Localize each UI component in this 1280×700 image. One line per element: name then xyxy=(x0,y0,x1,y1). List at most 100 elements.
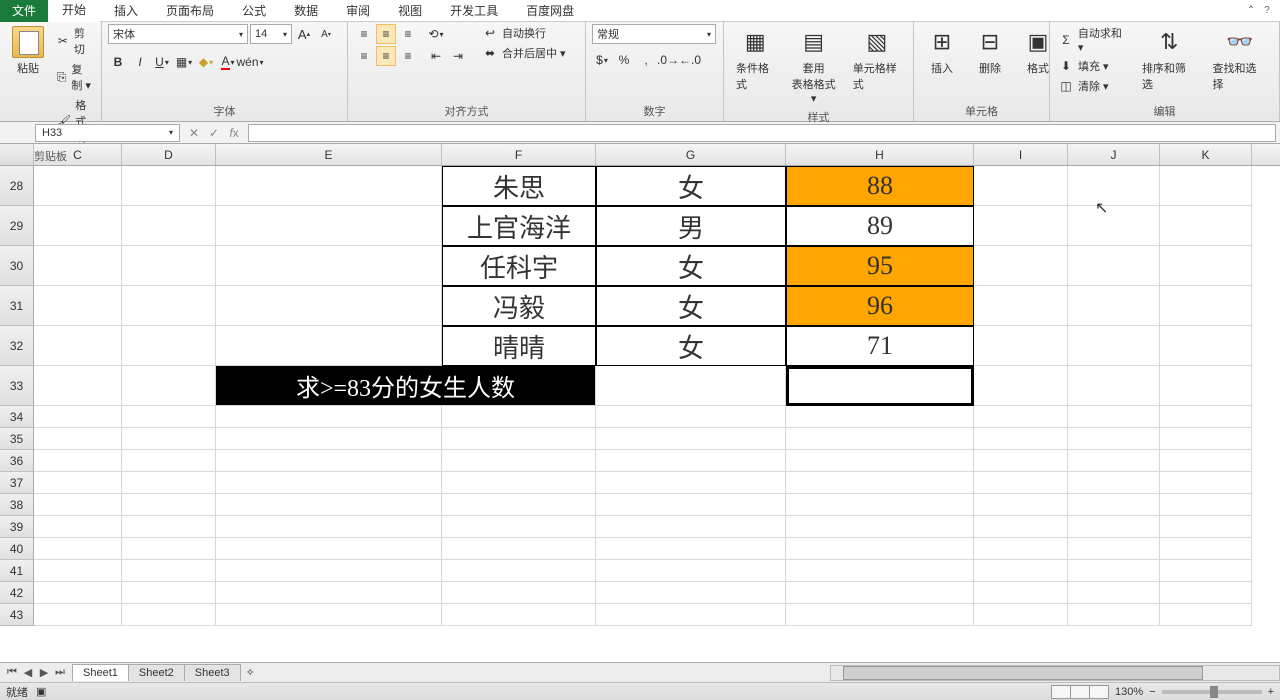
cell[interactable]: 晴晴 xyxy=(442,326,596,366)
comma-button[interactable]: , xyxy=(636,50,656,70)
font-size-combo[interactable]: 14▾ xyxy=(250,24,292,44)
cell[interactable] xyxy=(34,286,122,326)
file-tab[interactable]: 文件 xyxy=(0,0,48,22)
cell[interactable] xyxy=(1068,538,1160,560)
clear-button[interactable]: ◫清除 ▾ xyxy=(1056,77,1132,95)
sort-filter-button[interactable]: ⇅排序和筛选 xyxy=(1136,24,1203,94)
cell[interactable] xyxy=(34,538,122,560)
cell[interactable] xyxy=(596,366,786,406)
find-select-button[interactable]: 👓查找和选择 xyxy=(1206,24,1273,94)
border-button[interactable]: ▦▾ xyxy=(174,52,194,72)
cell[interactable] xyxy=(34,450,122,472)
cell[interactable] xyxy=(122,516,216,538)
fill-button[interactable]: ⬇填充 ▾ xyxy=(1056,57,1132,75)
tab-home[interactable]: 开始 xyxy=(48,0,100,22)
column-header[interactable]: C xyxy=(34,144,122,165)
row-header[interactable]: 40 xyxy=(0,538,34,560)
percent-button[interactable]: % xyxy=(614,50,634,70)
zoom-level[interactable]: 130% xyxy=(1115,686,1143,698)
row-header[interactable]: 29 xyxy=(0,206,34,246)
cell[interactable] xyxy=(786,494,974,516)
cell-styles-button[interactable]: ▧单元格样式 xyxy=(847,24,907,94)
cell[interactable] xyxy=(1068,582,1160,604)
cell[interactable] xyxy=(122,166,216,206)
minimize-ribbon-icon[interactable]: ⌃ xyxy=(1244,4,1258,18)
cell[interactable]: 任科宇 xyxy=(442,246,596,286)
cell[interactable] xyxy=(786,516,974,538)
cell[interactable] xyxy=(1068,406,1160,428)
cell[interactable] xyxy=(442,406,596,428)
cell[interactable] xyxy=(216,406,442,428)
cell[interactable]: 冯毅 xyxy=(442,286,596,326)
cell[interactable] xyxy=(442,450,596,472)
select-all-button[interactable] xyxy=(0,144,34,165)
zoom-in-button[interactable]: + xyxy=(1268,686,1274,698)
cell[interactable] xyxy=(122,604,216,626)
cell[interactable] xyxy=(122,366,216,406)
cell[interactable] xyxy=(1068,472,1160,494)
cell[interactable]: 女 xyxy=(596,166,786,206)
cell[interactable]: 男 xyxy=(596,206,786,246)
cell[interactable] xyxy=(1068,326,1160,366)
row-header[interactable]: 31 xyxy=(0,286,34,326)
cell[interactable] xyxy=(596,560,786,582)
cell[interactable] xyxy=(122,538,216,560)
cell[interactable] xyxy=(442,516,596,538)
cell[interactable]: 上官海洋 xyxy=(442,206,596,246)
cell[interactable] xyxy=(216,246,442,286)
paste-button[interactable]: 粘贴 xyxy=(6,24,50,78)
orientation-button[interactable]: ⟲▾ xyxy=(426,24,446,44)
cell[interactable] xyxy=(1160,516,1252,538)
row-header[interactable]: 30 xyxy=(0,246,34,286)
cell[interactable] xyxy=(596,450,786,472)
cell[interactable] xyxy=(34,166,122,206)
new-sheet-button[interactable]: ✧ xyxy=(240,666,261,679)
cell[interactable]: 88 xyxy=(786,166,974,206)
cell[interactable] xyxy=(786,472,974,494)
name-box[interactable]: H33▾ xyxy=(35,124,180,142)
dec-decimal-button[interactable]: ←.0 xyxy=(680,50,700,70)
zoom-slider[interactable] xyxy=(1162,690,1262,694)
first-sheet-button[interactable]: ⏮ xyxy=(4,666,20,679)
sheet-tab-1[interactable]: Sheet1 xyxy=(72,664,129,681)
cell[interactable] xyxy=(1068,206,1160,246)
cell[interactable] xyxy=(786,366,974,406)
cell[interactable] xyxy=(34,516,122,538)
cell[interactable] xyxy=(1068,166,1160,206)
spreadsheet-grid[interactable]: 28朱思女8829上官海洋男8930任科宇女9531冯毅女9632晴晴女7133… xyxy=(0,166,1280,626)
row-header[interactable]: 36 xyxy=(0,450,34,472)
cell[interactable] xyxy=(442,582,596,604)
cell[interactable] xyxy=(1160,206,1252,246)
cell[interactable] xyxy=(596,538,786,560)
cell[interactable] xyxy=(442,604,596,626)
cell[interactable] xyxy=(974,560,1068,582)
cell[interactable] xyxy=(216,428,442,450)
cell[interactable] xyxy=(442,560,596,582)
indent-button[interactable]: ⇥ xyxy=(448,46,468,66)
cell[interactable] xyxy=(786,406,974,428)
cell[interactable]: 89 xyxy=(786,206,974,246)
cell[interactable] xyxy=(1160,406,1252,428)
row-header[interactable]: 43 xyxy=(0,604,34,626)
cell[interactable] xyxy=(1160,166,1252,206)
cell[interactable] xyxy=(122,450,216,472)
tab-review[interactable]: 审阅 xyxy=(332,0,384,22)
cell[interactable] xyxy=(1068,428,1160,450)
cell[interactable] xyxy=(216,286,442,326)
cond-format-button[interactable]: ▦条件格式 xyxy=(730,24,781,94)
italic-button[interactable]: I xyxy=(130,52,150,72)
cell[interactable] xyxy=(786,538,974,560)
cell[interactable] xyxy=(974,582,1068,604)
cell[interactable]: 女 xyxy=(596,246,786,286)
cell[interactable] xyxy=(442,494,596,516)
align-bottom-icon[interactable]: ≡ xyxy=(398,24,418,44)
row-header[interactable]: 42 xyxy=(0,582,34,604)
cell[interactable] xyxy=(1160,428,1252,450)
cell[interactable] xyxy=(122,286,216,326)
cell[interactable] xyxy=(216,560,442,582)
cell[interactable]: 95 xyxy=(786,246,974,286)
cell[interactable] xyxy=(1160,538,1252,560)
cell[interactable]: 女 xyxy=(596,286,786,326)
delete-cells-button[interactable]: ⊟删除 xyxy=(968,24,1012,78)
cell[interactable] xyxy=(1160,560,1252,582)
